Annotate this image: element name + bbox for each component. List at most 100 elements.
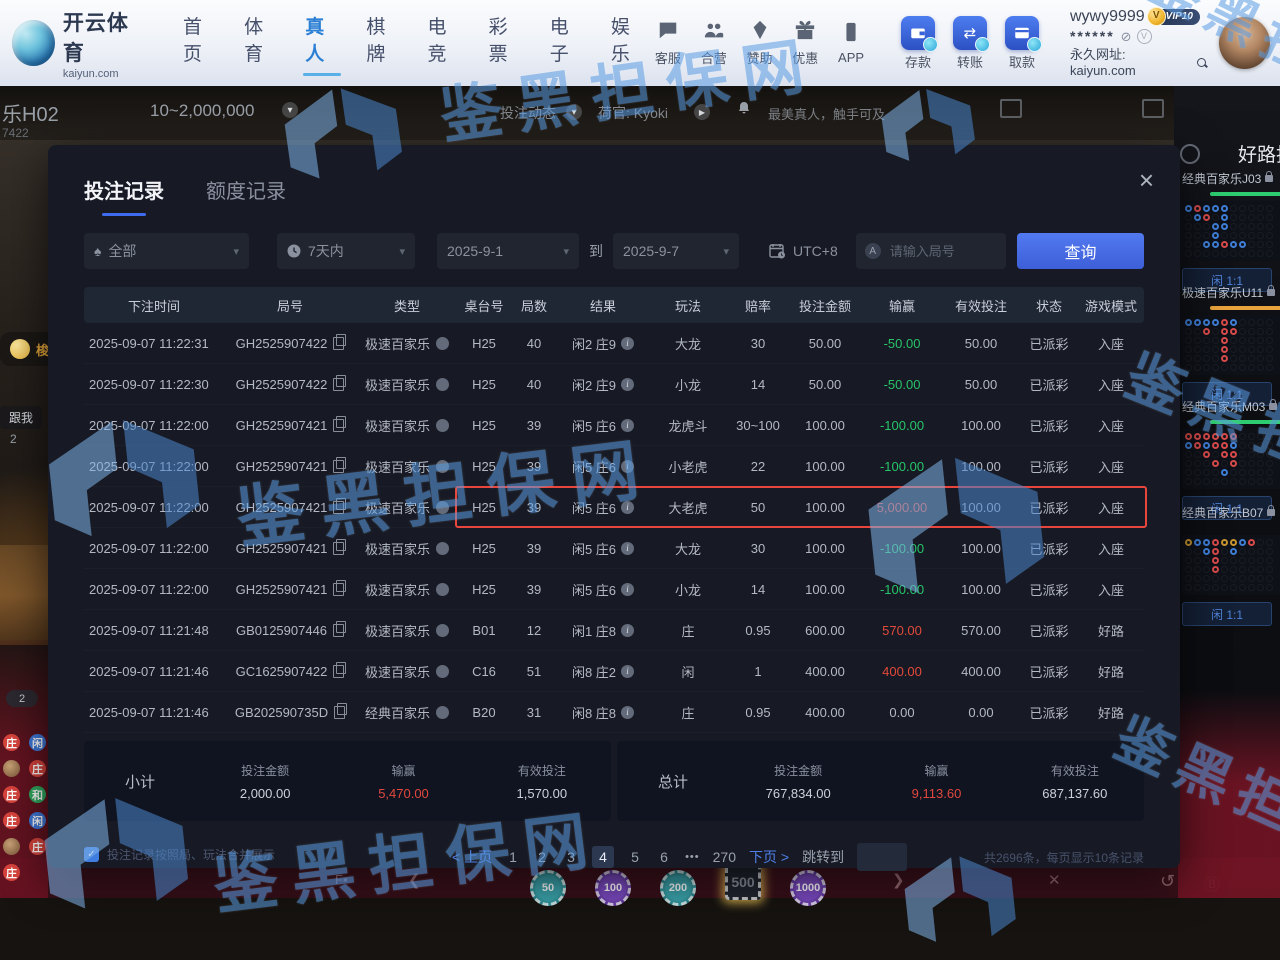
game-type-icon[interactable] bbox=[436, 419, 449, 432]
modal-tab[interactable]: 额度记录 bbox=[206, 175, 286, 216]
chips-prev-arrow-icon[interactable] bbox=[408, 871, 421, 889]
transfer-button[interactable]: ⇄ 转账 bbox=[944, 16, 996, 71]
free-bet-icon[interactable] bbox=[335, 871, 348, 888]
game-type-icon[interactable] bbox=[436, 378, 449, 391]
page-number[interactable]: 4 bbox=[592, 846, 614, 868]
copy-icon[interactable] bbox=[333, 501, 344, 514]
cell-game-type: 极速百家乐 bbox=[356, 405, 458, 445]
copy-icon[interactable] bbox=[333, 419, 344, 432]
menu-item[interactable]: 棋牌 bbox=[366, 12, 400, 74]
copy-icon[interactable] bbox=[333, 460, 344, 473]
follow-pill[interactable]: 跟我 bbox=[0, 406, 42, 429]
cell-round-id: GH2525907421 bbox=[224, 405, 356, 445]
date-from-select[interactable]: 2025-9-1 bbox=[437, 233, 579, 269]
page-number[interactable]: 2 bbox=[534, 846, 550, 868]
verify-icon[interactable]: V bbox=[1137, 29, 1152, 44]
copy-icon[interactable] bbox=[333, 624, 344, 637]
page-number[interactable]: 3 bbox=[563, 846, 579, 868]
menu-item[interactable]: 真人 bbox=[305, 12, 339, 74]
withdraw-button[interactable]: 取款 bbox=[996, 16, 1048, 71]
game-type-icon[interactable] bbox=[436, 542, 449, 555]
menu-item[interactable]: 电竞 bbox=[428, 12, 462, 74]
info-icon[interactable] bbox=[621, 706, 634, 719]
gallery-icon[interactable] bbox=[1000, 99, 1022, 118]
deposit-button[interactable]: 存款 bbox=[892, 16, 944, 71]
road-bet-button[interactable]: 闲 1:1 bbox=[1182, 602, 1272, 626]
game-type-select[interactable]: 全部 bbox=[84, 233, 249, 269]
limits-caret-icon[interactable] bbox=[282, 102, 298, 118]
date-range-select[interactable]: 7天内 bbox=[277, 233, 415, 269]
copy-icon[interactable] bbox=[333, 583, 344, 596]
game-type-icon[interactable] bbox=[436, 460, 449, 473]
dealer-play-icon[interactable] bbox=[694, 104, 710, 120]
page-number[interactable]: 5 bbox=[627, 846, 643, 868]
game-type-icon[interactable] bbox=[436, 665, 449, 678]
search-icon[interactable] bbox=[1196, 57, 1208, 69]
prev-page-button[interactable]: < 上页 bbox=[452, 847, 492, 867]
merge-checkbox[interactable] bbox=[84, 847, 99, 862]
phone-icon bbox=[840, 21, 862, 43]
avatar[interactable] bbox=[1219, 17, 1270, 69]
modal-tab[interactable]: 投注记录 bbox=[84, 175, 164, 216]
menu-item[interactable]: 彩票 bbox=[489, 12, 523, 74]
copy-icon[interactable] bbox=[333, 665, 344, 678]
cell-game-type: 极速百家乐 bbox=[356, 569, 458, 609]
copy-icon[interactable] bbox=[333, 378, 344, 391]
game-type-icon[interactable] bbox=[436, 706, 449, 719]
info-icon[interactable] bbox=[621, 419, 634, 432]
info-icon[interactable] bbox=[621, 665, 634, 678]
info-icon[interactable] bbox=[621, 501, 634, 514]
game-type-icon[interactable] bbox=[436, 583, 449, 596]
grid-icon[interactable] bbox=[1142, 99, 1164, 118]
table-row: 2025-09-07 11:21:48 GB0125907446 极速百家乐 B… bbox=[84, 610, 1144, 651]
gear-icon[interactable] bbox=[1180, 144, 1200, 164]
menu-item[interactable]: 娱乐 bbox=[611, 12, 645, 74]
round-search-input[interactable] bbox=[888, 243, 1000, 260]
bell-icon[interactable] bbox=[737, 101, 751, 115]
cell-table-no: C16 bbox=[458, 651, 510, 691]
quick-link-app[interactable]: APP bbox=[828, 21, 874, 65]
cancel-bet-icon[interactable] bbox=[1048, 871, 1061, 889]
game-type-icon[interactable] bbox=[436, 501, 449, 514]
feed-caret-icon[interactable] bbox=[566, 104, 582, 120]
bet-chip[interactable]: 1000 bbox=[790, 870, 826, 906]
chips-next-arrow-icon[interactable] bbox=[892, 871, 905, 889]
info-icon[interactable] bbox=[621, 624, 634, 637]
hide-balance-icon[interactable] bbox=[1121, 29, 1132, 45]
cell-odds: 1 bbox=[728, 651, 788, 691]
info-icon[interactable] bbox=[621, 378, 634, 391]
info-icon[interactable] bbox=[621, 583, 634, 596]
quick-link-partner[interactable]: 合营 bbox=[691, 19, 737, 67]
quick-link-sponsor[interactable]: 赞助 bbox=[737, 19, 783, 67]
copy-icon[interactable] bbox=[333, 542, 344, 555]
menu-item[interactable]: 首页 bbox=[183, 12, 217, 74]
page-number[interactable]: 6 bbox=[656, 846, 672, 868]
menu-item[interactable]: 体育 bbox=[244, 12, 278, 74]
info-icon[interactable] bbox=[621, 542, 634, 555]
cell-status: 已派彩 bbox=[1020, 651, 1078, 691]
info-icon[interactable] bbox=[621, 337, 634, 350]
quick-link-service[interactable]: 客服 bbox=[645, 19, 691, 67]
copy-icon[interactable] bbox=[333, 337, 344, 350]
cell-win-loss: -100.00 bbox=[862, 405, 942, 445]
close-icon[interactable] bbox=[1139, 167, 1154, 193]
info-icon[interactable] bbox=[621, 460, 634, 473]
date-to-select[interactable]: 2025-9-7 bbox=[613, 233, 739, 269]
undo-bet-icon[interactable] bbox=[1160, 871, 1175, 892]
game-type-icon[interactable] bbox=[436, 337, 449, 350]
bet-chip[interactable]: 100 bbox=[595, 870, 631, 906]
menu-item[interactable]: 电子 bbox=[550, 12, 584, 74]
jump-page-input[interactable] bbox=[857, 843, 907, 871]
bet-chip[interactable]: 50 bbox=[530, 870, 566, 906]
bet-feed-label[interactable]: 投注动态 bbox=[500, 103, 556, 123]
timezone-indicator: UTC+8 bbox=[769, 243, 838, 259]
copy-icon[interactable] bbox=[334, 706, 345, 719]
query-button[interactable]: 查询 bbox=[1017, 233, 1144, 269]
game-type-icon[interactable] bbox=[436, 624, 449, 637]
next-page-button[interactable]: 下页 > bbox=[749, 847, 789, 867]
site-logo[interactable]: 开云体育 kaiyun.com bbox=[12, 7, 145, 80]
bet-chip[interactable]: 200 bbox=[660, 870, 696, 906]
quick-link-promo[interactable]: 优惠 bbox=[782, 19, 828, 67]
last-page-number[interactable]: 270 bbox=[713, 846, 736, 868]
page-number[interactable]: 1 bbox=[505, 846, 521, 868]
